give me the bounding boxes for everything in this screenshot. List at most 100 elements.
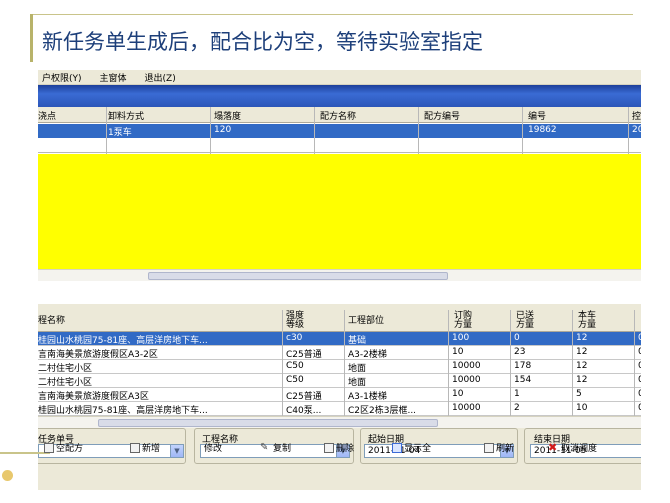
task-detail-grid: 浇点 卸料方式 塌落度 配方名称 配方编号 编号 控 1泵车 120 19862… (38, 107, 641, 304)
cell-delivered: 2 (514, 403, 520, 413)
cell-grade: c30 (286, 333, 303, 343)
edit-button[interactable]: 修改 (204, 441, 222, 454)
order-list-row[interactable]: 桂园山水桃园75-81座、高层洋房地下车... c30 基础 100 0 12 0 (38, 332, 641, 346)
show-all-label: 显示全 (404, 444, 432, 454)
menu-main-window[interactable]: 主窗体 (100, 71, 127, 84)
task-detail-hscrollbar[interactable] (38, 269, 641, 281)
new-document-icon (130, 442, 140, 453)
cell-this-truck: 5 (576, 389, 582, 399)
add-button[interactable]: 新增 (130, 441, 160, 454)
cell-project: 言南海美景旅游度假区A3-2区 (38, 350, 158, 360)
task-detail-header: 浇点 卸料方式 塌落度 配方名称 配方编号 编号 控 (38, 107, 641, 123)
order-list-row[interactable]: 言南海美景旅游度假区A3-2区 C25普通 A3-2楼梯 10 23 12 0 (38, 346, 641, 360)
magnifier-icon (392, 442, 402, 453)
cell-grade: C25普通 (286, 392, 322, 402)
cell-number: 19862 (528, 125, 557, 135)
cell-ordered: 10000 (452, 403, 481, 413)
order-list-row[interactable]: 桂园山水桃园75-81座、高层洋房地下车... C40泵... C2区2栋3层框..… (38, 402, 641, 416)
col-header-unload-method[interactable]: 卸料方式 (108, 109, 144, 122)
task-detail-row-empty[interactable] (38, 139, 641, 153)
scroll-thumb[interactable] (148, 272, 448, 280)
col-header-project[interactable]: 程名称 (38, 317, 65, 326)
cell-project: 桂园山水桃园75-81座、高层洋房地下车... (38, 406, 208, 416)
cell-project: 言南海美景旅游度假区A3区 (38, 392, 149, 402)
col-header-mix-name[interactable]: 配方名称 (320, 109, 356, 122)
cell-grade: C25普通 (286, 350, 322, 360)
col-header-slump[interactable]: 塌落度 (214, 109, 241, 122)
refresh-button[interactable]: 刷新 (484, 441, 514, 454)
cell-extra: 0 (638, 389, 641, 399)
add-label: 新增 (142, 444, 161, 454)
cell-project: 二村住宅小区 (38, 378, 93, 388)
delete-button[interactable]: 删除 (324, 441, 354, 454)
col-header-part[interactable]: 工程部位 (348, 317, 384, 326)
delete-icon (324, 442, 334, 453)
cell-control: 20 (632, 125, 641, 135)
cell-this-truck: 12 (576, 347, 588, 357)
cell-slump: 120 (214, 125, 232, 135)
cell-grade: C50 (286, 361, 304, 371)
cell-part: 基础 (348, 336, 367, 346)
cell-this-truck: 12 (576, 333, 588, 343)
col-header-pour-point[interactable]: 浇点 (38, 109, 56, 122)
col-divider (418, 107, 419, 154)
cell-delivered: 178 (514, 361, 532, 371)
col-divider (572, 310, 573, 428)
cell-extra: 0 (638, 333, 641, 343)
col-divider (634, 310, 635, 428)
edit-label: 修改 (204, 444, 223, 454)
cell-delivered: 0 (514, 333, 520, 343)
cell-part: A3-2楼梯 (348, 350, 387, 360)
scroll-thumb[interactable] (98, 419, 438, 427)
cancel-dispatch-label: 取消调度 (561, 444, 598, 454)
cancel-x-icon: ✖ (548, 440, 558, 454)
watermark (2, 470, 16, 481)
watermark-logo-icon (2, 470, 13, 481)
col-header-delivered[interactable]: 已送 方量 (516, 312, 534, 330)
col-divider (210, 107, 211, 154)
copy-button[interactable]: ✎ 复制 (260, 441, 291, 454)
refresh-icon (484, 442, 494, 453)
empty-mix-label: 空配方 (56, 444, 84, 454)
slide-title: 新任务单生成后，配合比为空，等待实验室指定 (42, 30, 483, 54)
col-header-control[interactable]: 控 (632, 109, 641, 122)
cell-delivered: 154 (514, 375, 532, 385)
order-list-grid: 程名称 强度 等级 工程部位 订购 方量 已送 方量 本车 方量 桂园山水桃园7… (38, 310, 641, 444)
col-header-mix-no[interactable]: 配方编号 (424, 109, 460, 122)
menu-user-permissions[interactable]: 户权限(Y) (42, 71, 82, 84)
cell-part: C2区2栋3层框... (348, 406, 417, 416)
show-all-button[interactable]: 显示全 (392, 441, 431, 454)
cell-project: 桂园山水桃园75-81座、高层洋房地下车... (38, 336, 208, 346)
order-list-row[interactable]: 二村住宅小区 C50 地面 10000 178 12 0 (38, 360, 641, 374)
menu-bar: 户权限(Y) 主窗体 退出(Z) (38, 70, 641, 85)
toolbar-band (38, 85, 641, 107)
cell-part: 地面 (348, 364, 367, 374)
col-divider (314, 107, 315, 154)
dispatch-app-window: 户权限(Y) 主窗体 退出(Z) 浇点 卸料方式 塌落度 配方名称 配方编号 编… (38, 70, 641, 490)
order-list-row[interactable]: 二村住宅小区 C50 地面 10000 154 12 0 (38, 374, 641, 388)
col-header-number[interactable]: 编号 (528, 109, 546, 122)
refresh-label: 刷新 (496, 444, 515, 454)
menu-exit[interactable]: 退出(Z) (145, 71, 176, 84)
cell-part: A3-1楼梯 (348, 392, 387, 402)
cell-extra: 0 (638, 375, 641, 385)
delete-label: 删除 (336, 444, 355, 454)
task-detail-row-selected[interactable]: 1泵车 120 19862 20 (38, 124, 641, 138)
empty-mix-button[interactable]: 空配方 (44, 441, 83, 454)
copy-label: 复制 (273, 444, 292, 454)
col-divider (628, 107, 629, 154)
slide-accent-bar (30, 14, 33, 62)
cell-ordered: 10000 (452, 375, 481, 385)
order-list-row[interactable]: 言南海美景旅游度假区A3区 C25普通 A3-1楼梯 10 1 5 0 (38, 388, 641, 402)
col-header-this-truck[interactable]: 本车 方量 (578, 312, 596, 330)
col-header-grade[interactable]: 强度 等级 (286, 312, 304, 330)
col-divider (282, 310, 283, 428)
cell-this-truck: 12 (576, 361, 588, 371)
cancel-dispatch-button[interactable]: ✖ 取消调度 (548, 440, 598, 455)
col-header-ordered[interactable]: 订购 方量 (454, 312, 472, 330)
order-list-header: 程名称 强度 等级 工程部位 订购 方量 已送 方量 本车 方量 (38, 310, 641, 332)
cell-ordered: 10000 (452, 361, 481, 371)
action-bar: 空配方 新增 修改 ✎ 复制 删除 显示全 刷新 ✖ 取消调度 (0, 435, 670, 459)
order-list-hscrollbar[interactable] (38, 416, 641, 428)
cell-delivered: 23 (514, 347, 526, 357)
